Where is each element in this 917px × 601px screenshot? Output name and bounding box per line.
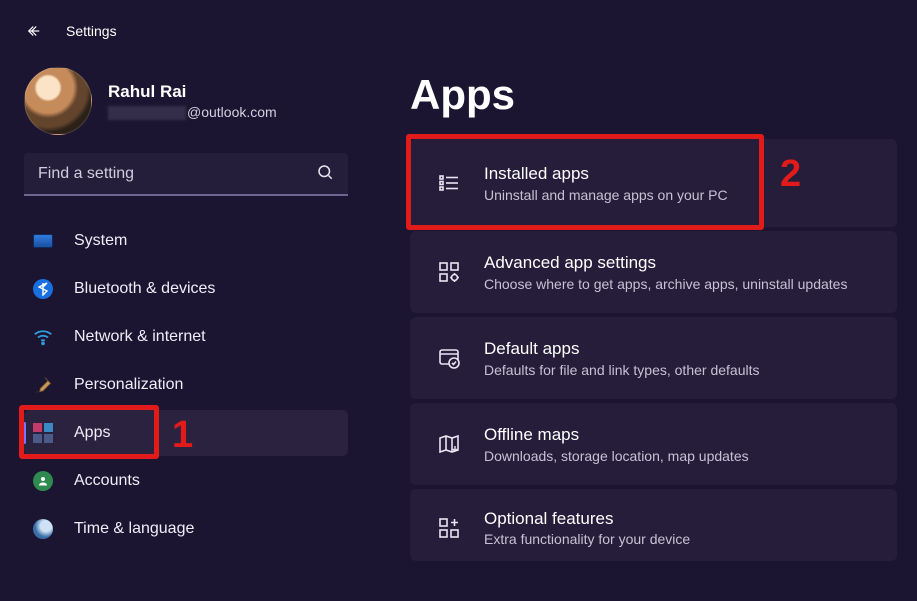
window-title: Settings <box>66 23 117 39</box>
card-installed-apps[interactable]: Installed apps Uninstall and manage apps… <box>410 139 897 227</box>
sidebar-nav: System Bluetooth & devices Network & int… <box>20 218 352 552</box>
profile-block[interactable]: Rahul Rai @outlook.com <box>20 61 352 153</box>
back-button[interactable] <box>24 21 44 41</box>
avatar <box>24 67 92 135</box>
main-content: Apps Installed apps Uninstall and manage… <box>370 49 917 592</box>
card-subtitle: Choose where to get apps, archive apps, … <box>484 276 847 292</box>
sidebar-item-system[interactable]: System <box>24 218 348 264</box>
sidebar-item-network[interactable]: Network & internet <box>24 314 348 360</box>
sidebar-item-label: Accounts <box>74 472 140 490</box>
sidebar-item-label: System <box>74 232 127 250</box>
sidebar-item-label: Personalization <box>74 376 183 394</box>
sidebar-item-label: Apps <box>74 424 110 442</box>
sidebar-item-accounts[interactable]: Accounts <box>24 458 348 504</box>
window-check-icon <box>436 345 462 371</box>
profile-email: @outlook.com <box>108 104 277 120</box>
apps-icon <box>32 422 54 444</box>
settings-cards: Installed apps Uninstall and manage apps… <box>410 139 897 561</box>
search-icon <box>316 163 334 184</box>
globe-clock-icon <box>32 518 54 540</box>
card-subtitle: Uninstall and manage apps on your PC <box>484 187 728 203</box>
card-offline-maps[interactable]: Offline maps Downloads, storage location… <box>410 403 897 485</box>
card-title: Optional features <box>484 509 690 529</box>
profile-name: Rahul Rai <box>108 82 277 102</box>
map-download-icon <box>436 431 462 457</box>
sidebar-item-time-language[interactable]: Time & language <box>24 506 348 552</box>
sidebar-item-bluetooth[interactable]: Bluetooth & devices <box>24 266 348 312</box>
card-advanced-app-settings[interactable]: Advanced app settings Choose where to ge… <box>410 231 897 313</box>
card-title: Advanced app settings <box>484 253 847 273</box>
card-title: Default apps <box>484 339 759 359</box>
card-optional-features[interactable]: Optional features Extra functionality fo… <box>410 489 897 561</box>
wifi-icon <box>32 326 54 348</box>
sidebar-item-personalization[interactable]: Personalization <box>24 362 348 408</box>
sidebar: Rahul Rai @outlook.com System Bluetoot <box>0 49 370 592</box>
grid-plus-icon <box>436 515 462 541</box>
sidebar-item-label: Bluetooth & devices <box>74 280 215 298</box>
grid-gear-icon <box>436 259 462 285</box>
sidebar-item-apps[interactable]: Apps <box>24 410 348 456</box>
list-icon <box>436 170 462 196</box>
card-title: Installed apps <box>484 164 728 184</box>
system-icon <box>32 230 54 252</box>
card-default-apps[interactable]: Default apps Defaults for file and link … <box>410 317 897 399</box>
card-subtitle: Defaults for file and link types, other … <box>484 362 759 378</box>
card-subtitle: Extra functionality for your device <box>484 531 690 547</box>
page-title: Apps <box>410 71 897 119</box>
bluetooth-icon <box>32 278 54 300</box>
sidebar-item-label: Network & internet <box>74 328 206 346</box>
redacted-email-local <box>108 106 186 120</box>
sidebar-item-label: Time & language <box>74 520 194 538</box>
search-input[interactable] <box>38 165 316 183</box>
card-title: Offline maps <box>484 425 749 445</box>
title-bar: Settings <box>0 0 917 49</box>
search-box[interactable] <box>24 153 348 196</box>
account-icon <box>32 470 54 492</box>
paintbrush-icon <box>32 374 54 396</box>
card-subtitle: Downloads, storage location, map updates <box>484 448 749 464</box>
